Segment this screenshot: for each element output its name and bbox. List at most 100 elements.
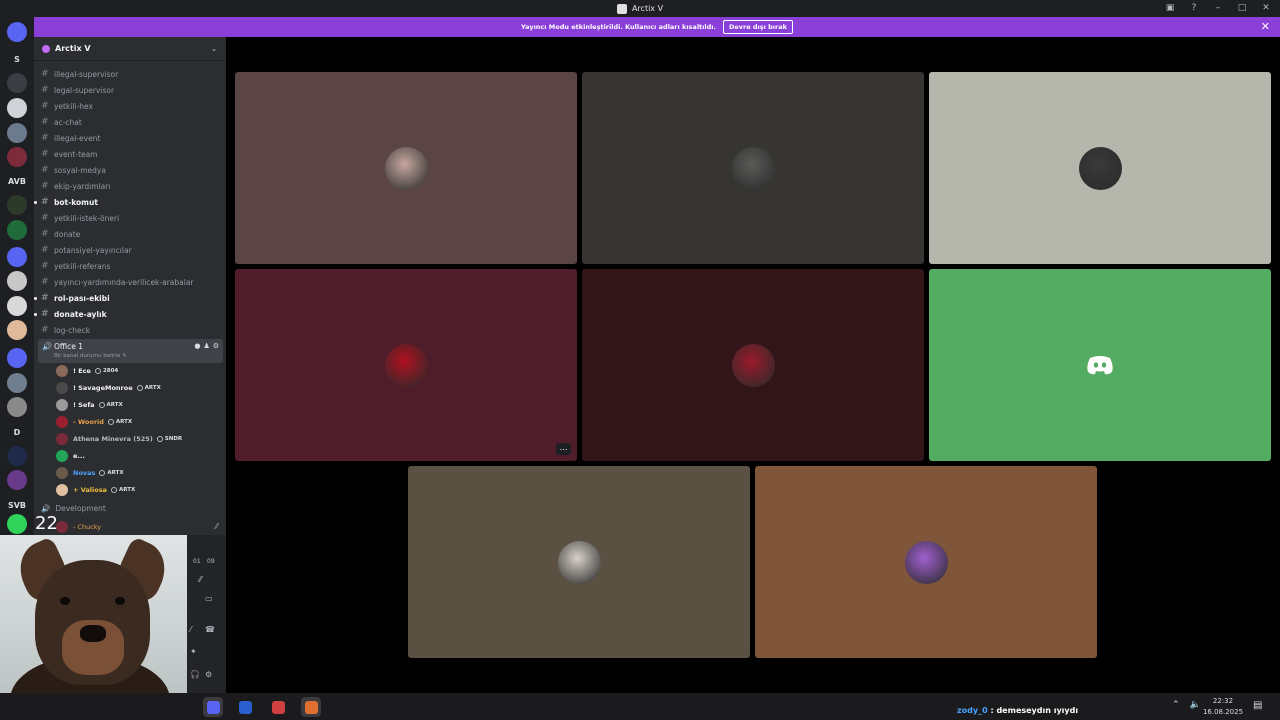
member-name: Novas [73,469,96,477]
channel-item[interactable]: # donate-aylık [34,307,221,321]
hash-icon: # [41,277,49,287]
gear-icon[interactable]: ⚙ [205,670,212,679]
channel-item[interactable]: # yayıncı-yardımında-verilicek-arabalar [41,275,221,289]
hash-icon: # [41,181,49,191]
server-icon[interactable] [7,470,27,490]
guild-header[interactable]: Arctix V ⌄ [34,37,226,61]
channel-name: yetkili-hex [54,101,93,111]
server-icon[interactable] [7,296,27,316]
server-icon[interactable]: D [7,422,27,442]
participant-tile[interactable] [235,72,577,264]
clan-tag-text: ARTX [115,419,133,425]
server-icon[interactable] [7,220,27,240]
notification-icon[interactable]: ▤ [1253,700,1262,711]
channel-item[interactable]: # yetkili-istek-öneri [41,211,221,225]
channel-item[interactable]: # rol-pası-ekibi [34,291,221,305]
channel-item[interactable]: # sosyal-medya [41,163,221,177]
participant-tile[interactable] [582,72,924,264]
hash-icon: # [41,165,49,175]
channel-item[interactable]: # illegal-supervisor [41,67,221,81]
member-name: + Valiosa [73,486,107,494]
server-icon[interactable] [7,397,27,417]
server-icon[interactable] [7,73,27,93]
speaker-icon: 🔊 [41,504,51,513]
server-icon[interactable] [7,247,27,267]
voice-member[interactable]: e... [56,449,85,463]
avatar [56,450,68,462]
server-icon[interactable]: S [7,49,27,69]
channel-item[interactable]: # log-check [41,323,221,337]
clan-tag: ARTX [136,385,161,391]
participant-tile[interactable] [755,466,1097,658]
channel-item[interactable]: # ac-chat [41,115,221,129]
disconnect-icon[interactable]: ☎ [205,625,215,634]
voice-member[interactable]: - Chucky [56,520,101,534]
voice-channel-development[interactable]: 🔊 Development [41,504,106,513]
inbox-icon[interactable]: ▣ [1164,2,1176,14]
app-glyph [304,700,318,714]
server-icon[interactable] [7,98,27,118]
gear-icon[interactable]: ⚙ [213,342,219,350]
dog-nose [80,625,106,642]
unread-indicator [34,200,37,204]
voice-member[interactable]: ! Sefa ARTX [56,398,123,412]
screen-share-icon[interactable]: ▭ [205,594,213,603]
voice-member[interactable]: + Valiosa ARTX [56,483,135,497]
server-icon[interactable]: AVB [7,171,27,191]
minimize-button[interactable]: – [1212,2,1224,14]
voice-member[interactable]: ! SavageMonroe ARTX [56,381,161,395]
server-icon[interactable] [7,320,27,340]
taskbar-app-icon[interactable] [203,697,223,717]
headphones-icon[interactable]: 🎧 [190,670,200,679]
voice-channel-status[interactable]: Bir kanal durumu belirle ✎ [54,353,127,359]
soundboard-icon[interactable]: ✦ [190,647,197,656]
maximize-button[interactable]: □ [1236,2,1248,14]
voice-member[interactable]: - Woorid ARTX [56,415,132,429]
channel-item[interactable]: # event-team [41,147,221,161]
server-icon[interactable] [7,123,27,143]
server-icon[interactable] [7,446,27,466]
voice-member[interactable]: ! Ece 2804 [56,364,118,378]
channel-item[interactable]: # yetkili-hex [41,99,221,113]
chat-icon[interactable]: ● [194,342,200,350]
hash-icon: # [41,309,49,319]
taskbar-clock[interactable]: 22:32 16.08.2025 [1200,696,1246,718]
channel-item[interactable]: # donate [41,227,221,241]
disable-streamer-mode-button[interactable]: Devre dışı bırak [722,20,793,34]
invite-icon[interactable]: ♟ [203,342,209,350]
server-icon[interactable] [7,514,27,534]
channel-item[interactable]: # yetkili-referans [41,259,221,273]
server-icon[interactable] [7,373,27,393]
banner-close-icon[interactable]: ✕ [1261,20,1270,33]
member-name: - Chucky [73,523,102,531]
server-icon[interactable] [7,22,27,42]
participant-tile[interactable] [408,466,750,658]
participant-tile[interactable]: ⋯ [235,269,577,461]
participant-tile[interactable] [582,269,924,461]
taskbar-app-icon[interactable] [235,697,255,717]
signal-icon[interactable]: ⁄⁄ [199,575,202,584]
server-icon[interactable] [7,348,27,368]
channel-item[interactable]: # ekip-yardımları [41,179,221,193]
taskbar-app-icon[interactable] [301,697,321,717]
server-icon[interactable] [7,271,27,291]
noise-suppression-icon[interactable]: ⁄ [190,625,191,634]
server-icon[interactable]: SVB [7,495,27,515]
participant-tile[interactable] [929,269,1271,461]
server-icon[interactable] [7,147,27,167]
channel-item[interactable]: # legal-supervisor [41,83,221,97]
channel-item[interactable]: # bot-komut [34,195,221,209]
voice-member[interactable]: Athena Minevra (525) SNDR [56,432,182,446]
channel-name: log-check [54,325,91,335]
channel-item[interactable]: # potansiyel-yayıncılar [41,243,221,257]
taskbar-app-icon[interactable] [268,697,288,717]
channel-item[interactable]: # illegal-event [41,131,221,145]
help-icon[interactable]: ? [1188,2,1200,14]
tile-more-button[interactable]: ⋯ [556,443,571,455]
voice-channel-office-1[interactable]: 🔊 Office 1 Bir kanal durumu belirle ✎ ● … [38,339,223,363]
voice-member[interactable]: Novas ARTX [56,466,124,480]
close-window-button[interactable]: ✕ [1260,2,1272,14]
server-icon[interactable] [7,195,27,215]
chevron-up-icon[interactable]: ⌃ [1172,700,1180,710]
participant-tile[interactable] [929,72,1271,264]
